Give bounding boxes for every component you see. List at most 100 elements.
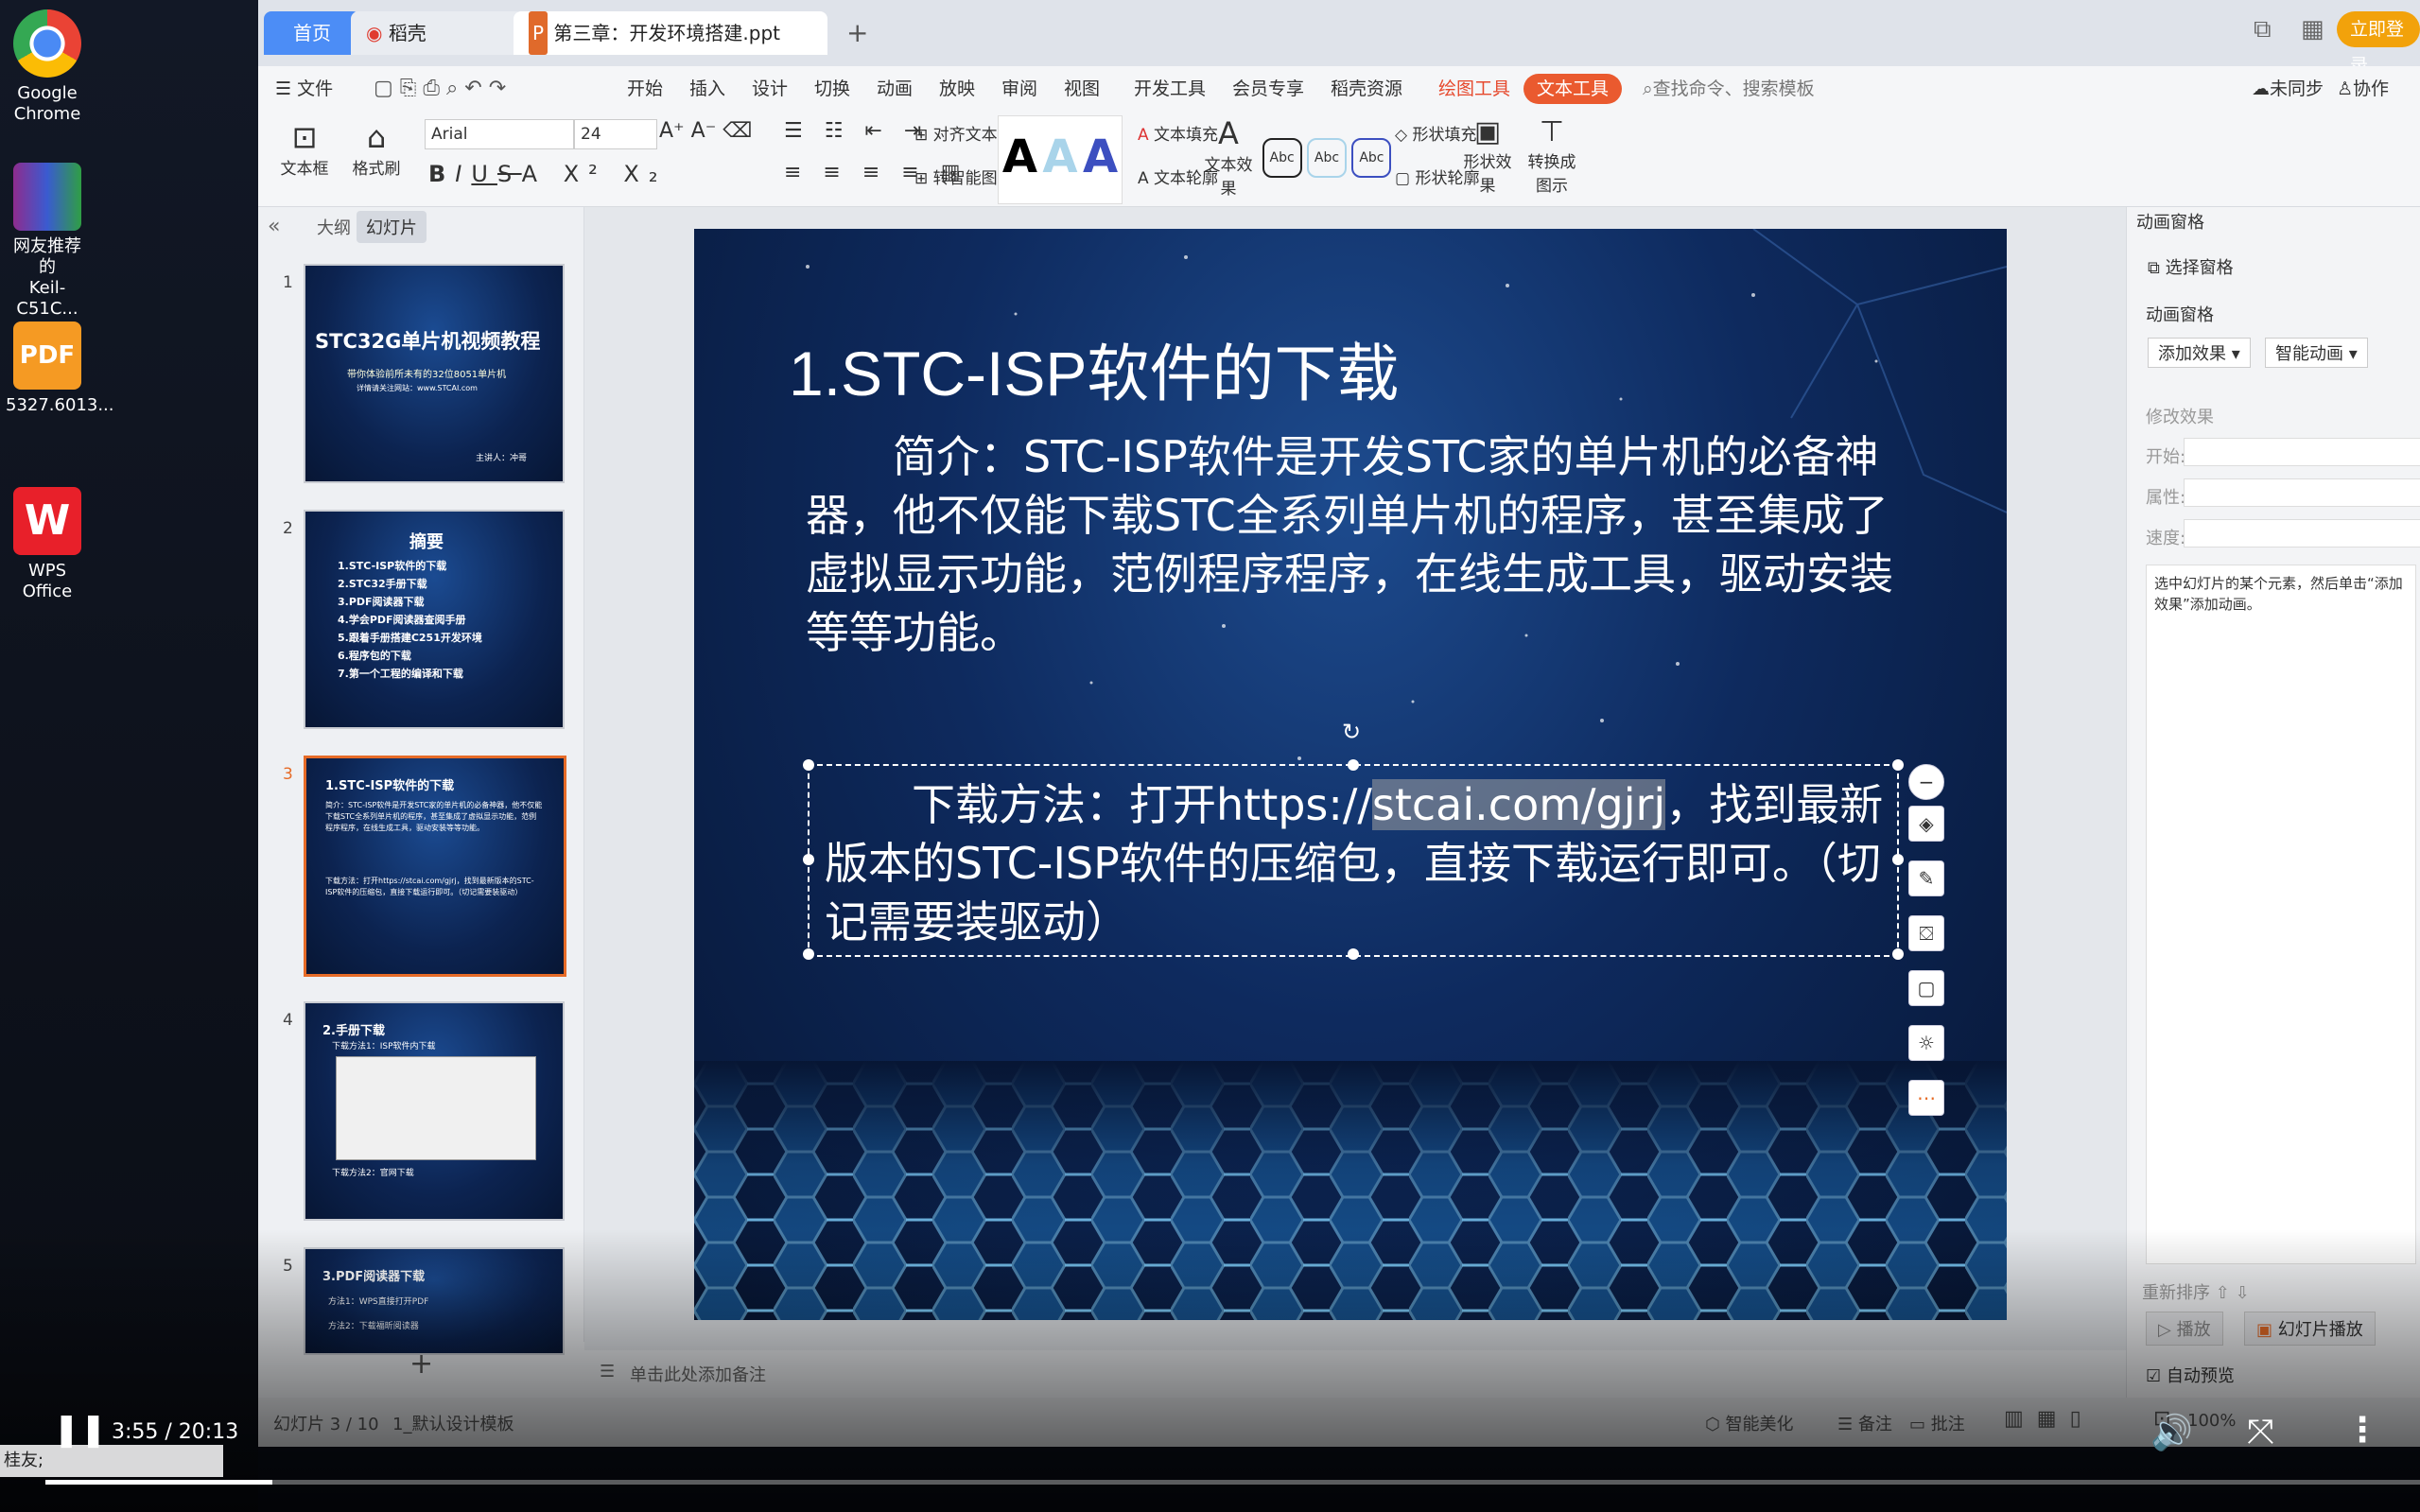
start-select[interactable]: [2184, 438, 2420, 466]
tab-daoke[interactable]: ◉ 稻壳: [351, 11, 523, 55]
resize-handle[interactable]: [1892, 759, 1904, 771]
zoom-level[interactable]: 100%: [2187, 1411, 2236, 1431]
volume-icon[interactable]: 🔊: [2150, 1413, 2193, 1452]
resize-handle[interactable]: [803, 854, 814, 865]
wordart-gallery[interactable]: A A A: [998, 115, 1123, 204]
menu-member[interactable]: 会员专享: [1232, 66, 1304, 112]
view-mode-icons[interactable]: ▥▦▯: [2004, 1407, 2095, 1431]
fullscreen-exit-icon[interactable]: ⤧: [2247, 1413, 2274, 1452]
list-icons[interactable]: ☰ ☷ ⇤ ⇥: [784, 119, 929, 143]
fill-bucket-icon[interactable]: ⛋: [1908, 915, 1944, 951]
slide-title[interactable]: 1.STC-ISP软件的下载: [789, 323, 1399, 414]
selected-textbox[interactable]: 下载方法：打开https://stcai.com/gjrj，找到最新版本的STC…: [803, 719, 1904, 960]
slide-canvas[interactable]: 1.STC-ISP软件的下载 简介：STC-ISP软件是开发STC家的单片机的必…: [694, 229, 2007, 1320]
auto-preview-checkbox[interactable]: ☑ 自动预览: [2146, 1363, 2235, 1387]
notes-bar[interactable]: ☰ 单击此处添加备注: [584, 1350, 2381, 1394]
desktop-icon-wps[interactable]: W WPS Office: [6, 487, 89, 602]
rotate-handle-icon[interactable]: ↻: [1342, 719, 1361, 745]
more-icon[interactable]: ⋯: [1908, 1080, 1944, 1116]
new-tab-button[interactable]: +: [831, 11, 890, 55]
tab-document[interactable]: P 第三章：开发环境搭建.ppt ✕: [514, 11, 827, 88]
desktop-icon-keil[interactable]: 网友推荐的 Keil-C51C...: [6, 163, 89, 320]
login-button[interactable]: 立即登录: [2337, 11, 2420, 76]
more-options-icon[interactable]: ⋮: [2345, 1411, 2379, 1450]
text-effect-button[interactable]: A 文本效果: [1200, 115, 1257, 199]
property-select[interactable]: [2184, 478, 2420, 507]
collapse-panel-icon[interactable]: «: [268, 215, 280, 238]
desktop-icon-pdf[interactable]: PDF 5327.6013...: [6, 322, 114, 416]
select-pane-button[interactable]: ⧉ 选择窗格: [2148, 254, 2234, 279]
move-up-icon[interactable]: ⇧: [2216, 1283, 2230, 1303]
animpane-header[interactable]: 动画窗格: [2136, 209, 2204, 234]
resize-handle[interactable]: [1348, 759, 1359, 771]
template-name[interactable]: 1_默认设计模板: [392, 1411, 514, 1435]
slide-thumbnail-4[interactable]: 2.手册下载 下载方法1：ISP软件内下载 下载方法2：官网下载: [304, 1001, 565, 1221]
menu-daoke-resources[interactable]: 稻壳资源: [1331, 66, 1402, 112]
textbox-button[interactable]: ⊡ 文本框: [271, 119, 338, 179]
font-size-select[interactable]: 24: [574, 119, 657, 149]
menu-animation[interactable]: 动画: [877, 66, 913, 112]
font-style-icons[interactable]: BIUSA X² X₂: [428, 161, 667, 187]
file-menu[interactable]: ☰ 文件: [275, 66, 333, 112]
menu-text-tools[interactable]: 文本工具: [1523, 74, 1623, 104]
smart-animation-button[interactable]: 智能动画 ▾: [2265, 338, 2368, 368]
comment-toggle[interactable]: ▭ 批注: [1909, 1411, 1965, 1435]
frame-icon[interactable]: ▢: [1908, 970, 1944, 1006]
menu-drawing-tools[interactable]: 绘图工具: [1438, 66, 1510, 112]
move-down-icon[interactable]: ⇩: [2236, 1283, 2250, 1303]
menu-review[interactable]: 审阅: [1001, 66, 1037, 112]
align-text-button[interactable]: ⊞ 对齐文本: [914, 121, 998, 145]
command-search[interactable]: ⌕查找命令、搜索模板: [1643, 66, 1815, 112]
speed-select[interactable]: [2184, 519, 2420, 547]
slide-thumbnail-1[interactable]: STC32G单片机视频教程 带你体验前所未有的32位8051单片机 详情请关注网…: [304, 264, 565, 483]
menu-view[interactable]: 视图: [1064, 66, 1100, 112]
pause-icon[interactable]: ❚❚: [53, 1411, 107, 1449]
menu-devtools[interactable]: 开发工具: [1134, 66, 1206, 112]
desktop-icon-chrome[interactable]: Google Chrome: [6, 9, 89, 125]
collab-button[interactable]: ♙协作: [2337, 66, 2389, 112]
quick-access-icons[interactable]: ▢ ⎘ ⎙ ⌕ ↶ ↷: [374, 66, 506, 112]
shape-effect-button[interactable]: ▣ 形状效果: [1459, 115, 1516, 196]
add-slide-button[interactable]: +: [409, 1347, 433, 1381]
video-progress-track[interactable]: [45, 1480, 2420, 1485]
resize-handle[interactable]: [803, 759, 814, 771]
menu-design[interactable]: 设计: [752, 66, 788, 112]
play-button[interactable]: ▷ 播放: [2146, 1312, 2223, 1346]
notes-placeholder[interactable]: 单击此处添加备注: [630, 1362, 766, 1386]
danmaku-input[interactable]: 桂友;: [0, 1445, 223, 1477]
format-painter-button[interactable]: ⌂ 格式刷: [343, 119, 409, 179]
tab-home[interactable]: 首页: [264, 11, 360, 55]
wordart-blue[interactable]: A: [1083, 130, 1118, 183]
collapse-icon[interactable]: −: [1908, 764, 1944, 800]
shape-style-gallery[interactable]: Abc Abc Abc: [1261, 119, 1393, 197]
download-method-paragraph[interactable]: 下载方法：打开https://stcai.com/gjrj，找到最新版本的STC…: [825, 775, 1884, 951]
font-name-select[interactable]: Arial: [425, 119, 574, 149]
tab-outline[interactable]: 大纲: [317, 215, 351, 239]
slide-intro-paragraph[interactable]: 简介：STC-ISP软件是开发STC家的单片机的必备神器，他不仅能下载STC全系…: [806, 427, 1903, 662]
resize-handle[interactable]: [1892, 948, 1904, 960]
animation-list[interactable]: 选中幻灯片的某个元素，然后单击“添加效果”添加动画。: [2146, 565, 2416, 1264]
wordart-light[interactable]: A: [1042, 130, 1077, 183]
resize-handle[interactable]: [803, 948, 814, 960]
resize-handle[interactable]: [1348, 948, 1359, 960]
font-grow-shrink-icons[interactable]: A⁺ A⁻ ⌫: [659, 119, 752, 143]
grid-icon[interactable]: ▦: [2301, 15, 2324, 43]
menu-slideshow[interactable]: 放映: [939, 66, 975, 112]
wordart-black[interactable]: A: [1002, 130, 1037, 183]
slide-thumbnail-5[interactable]: 3.PDF阅读器下载 方法1：WPS直接打开PDF 方法2：下载福昕阅读器: [304, 1247, 565, 1355]
notes-toggle[interactable]: ☰ 备注: [1837, 1411, 1892, 1435]
slideshow-button[interactable]: ▣ 幻灯片播放: [2244, 1312, 2376, 1346]
menu-start[interactable]: 开始: [627, 66, 663, 112]
sync-status[interactable]: ☁未同步: [2252, 66, 2324, 112]
shape-style-3[interactable]: Abc: [1351, 138, 1392, 178]
convert-graphic-button[interactable]: ⊤ 转换成图示: [1523, 115, 1580, 196]
lightbulb-icon[interactable]: ☼: [1908, 1025, 1944, 1061]
shape-style-1[interactable]: Abc: [1262, 138, 1302, 178]
layers-icon[interactable]: ◈: [1908, 806, 1944, 842]
slide-thumbnail-3[interactable]: 1.STC-ISP软件的下载 简介：STC-ISP软件是开发STC家的单片机的必…: [304, 756, 566, 977]
beautify-button[interactable]: ⬡ 智能美化: [1705, 1411, 1793, 1435]
shape-style-2[interactable]: Abc: [1307, 138, 1347, 178]
tab-slides[interactable]: 幻灯片: [357, 211, 427, 243]
menu-insert[interactable]: 插入: [689, 66, 725, 112]
resize-handle[interactable]: [1892, 854, 1904, 865]
